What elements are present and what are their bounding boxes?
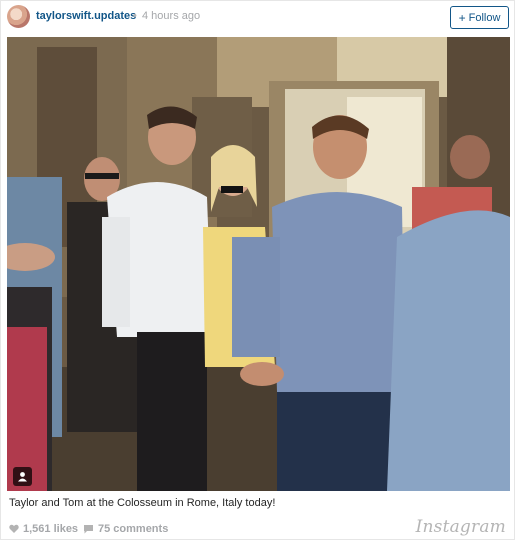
speech-bubble-icon: [84, 525, 93, 534]
comments-count[interactable]: 75 comments: [83, 523, 168, 535]
separator-dot: •: [133, 10, 137, 22]
instagram-post-embed: taylorswift.updates • 4 hours ago + Foll…: [0, 0, 515, 540]
likes-label: 1,561 likes: [23, 523, 79, 535]
post-photo[interactable]: [7, 37, 510, 491]
photo-scene: [7, 37, 510, 491]
instagram-logo[interactable]: Instagram: [416, 517, 506, 537]
likes-count[interactable]: 1,561 likes: [9, 523, 78, 535]
post-timestamp[interactable]: 4 hours ago: [142, 10, 200, 22]
post-footer: 1,561 likes 75 comments Instagram: [1, 515, 515, 540]
profile-avatar[interactable]: [7, 5, 30, 28]
follow-label: Follow: [468, 11, 501, 24]
username-link[interactable]: taylorswift.updates: [36, 10, 136, 22]
person-tag-icon[interactable]: [13, 467, 32, 486]
plus-icon: +: [458, 10, 466, 25]
follow-button[interactable]: + Follow: [450, 6, 509, 29]
post-caption: Taylor and Tom at the Colosseum in Rome,…: [9, 497, 276, 509]
heart-icon: [9, 524, 19, 533]
post-header: taylorswift.updates • 4 hours ago + Foll…: [1, 1, 515, 33]
comments-label: 75 comments: [98, 523, 169, 535]
